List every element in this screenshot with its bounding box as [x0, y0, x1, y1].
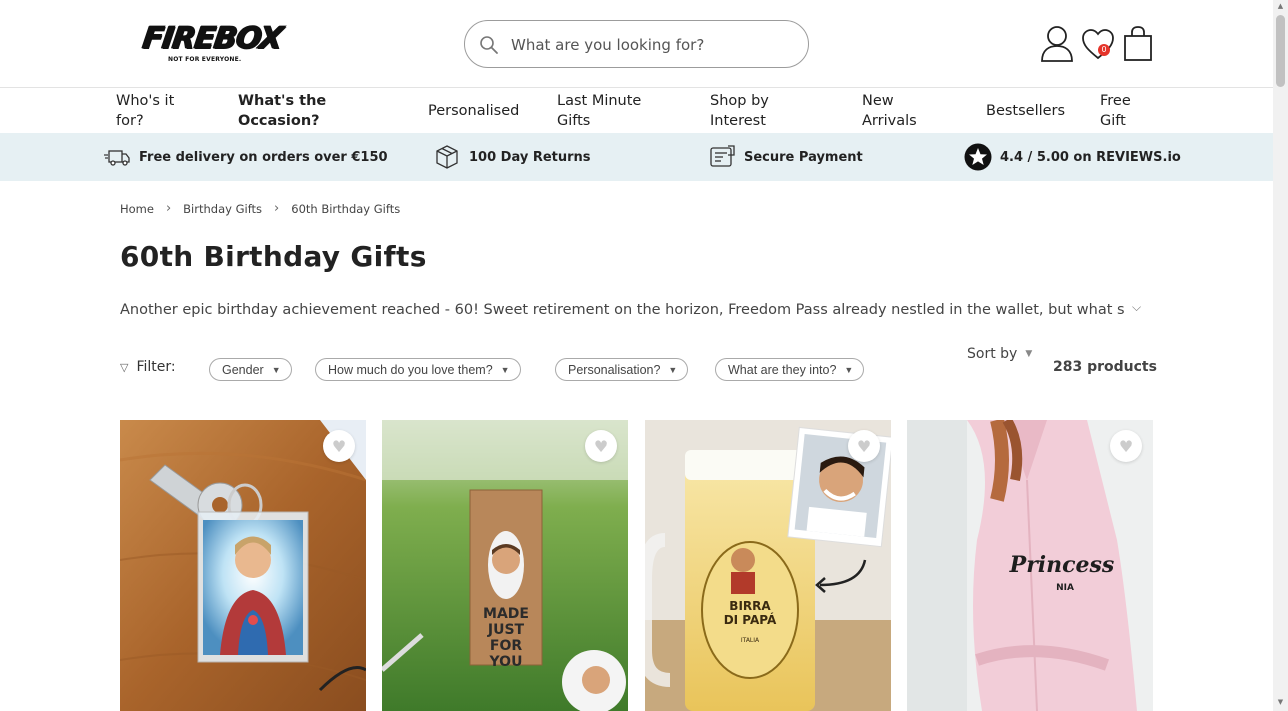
product-card[interactable]: ♥: [120, 420, 366, 711]
breadcrumb-birthday-gifts[interactable]: Birthday Gifts: [183, 202, 262, 216]
nav-item-free-gift[interactable]: Free Gift: [1100, 91, 1131, 131]
product-image-golf-ball: MADE JUST FOR YOU: [382, 420, 628, 711]
filter-gender[interactable]: Gender ▼: [209, 358, 292, 381]
svg-text:MADE: MADE: [483, 606, 529, 622]
site-header: FIREBOX NOT FOR EVERYONE. 0: [0, 0, 1273, 88]
search-bar[interactable]: [464, 20, 809, 68]
filter-label: ▽ Filter:: [120, 359, 176, 375]
sort-by-label: Sort by: [967, 346, 1018, 362]
svg-text:NIA: NIA: [1056, 583, 1074, 593]
breadcrumb-home[interactable]: Home: [120, 202, 154, 216]
scroll-up-arrow-icon[interactable]: ▲: [1276, 2, 1285, 10]
nav-item-whos-it-for[interactable]: Who's it for?: [116, 91, 174, 131]
delivery-truck-icon: [104, 150, 130, 166]
chevron-down-icon: ▼: [1025, 349, 1033, 359]
add-to-wishlist-heart-icon[interactable]: ♥: [323, 430, 355, 462]
logo-wordmark: FIREBOX: [140, 21, 285, 57]
filter-love[interactable]: How much do you love them? ▼: [315, 358, 521, 381]
usp-delivery: Free delivery on orders over €150: [103, 133, 388, 181]
add-to-wishlist-heart-icon[interactable]: ♥: [848, 430, 880, 462]
add-to-wishlist-heart-icon[interactable]: ♥: [585, 430, 617, 462]
usp-reviews[interactable]: 4.4 / 5.00 on REVIEWS.io: [964, 133, 1181, 181]
chevron-down-icon: ▼: [271, 364, 281, 375]
breadcrumb: Home › Birthday Gifts › 60th Birthday Gi…: [120, 201, 400, 216]
filter-personalisation[interactable]: Personalisation? ▼: [555, 358, 689, 381]
nav-item-personalised[interactable]: Personalised: [428, 101, 519, 121]
page-title: 60th Birthday Gifts: [120, 240, 427, 273]
nav-item-last-minute-gifts[interactable]: Last Minute Gifts: [557, 91, 641, 131]
chevron-down-icon: ▼: [844, 364, 854, 375]
svg-text:DI PAPÁ: DI PAPÁ: [724, 612, 777, 627]
filter-interests-label: What are they into?: [728, 362, 837, 377]
scrollbar-thumb[interactable]: [1276, 15, 1285, 87]
product-card[interactable]: BIRRA DI PAPÁ ITALIA ♥: [645, 420, 891, 711]
usp-reviews-text: 4.4 / 5.00 on REVIEWS.io: [1000, 149, 1181, 165]
returns-box-icon: [436, 145, 458, 169]
svg-text:Princess: Princess: [1009, 552, 1115, 578]
chevron-right-icon: ›: [274, 201, 280, 216]
filter-gender-label: Gender: [222, 362, 264, 377]
secure-payment-icon: [710, 145, 735, 167]
page-scrollbar[interactable]: ▲ ▼: [1273, 0, 1288, 711]
product-card[interactable]: Princess NIA ♥: [907, 420, 1153, 711]
usp-returns: 100 Day Returns: [433, 133, 591, 181]
usp-payment: Secure Payment: [708, 133, 863, 181]
firebox-logo[interactable]: FIREBOX NOT FOR EVERYONE.: [140, 21, 285, 66]
product-count: 283 products: [1053, 359, 1157, 375]
nav-item-bestsellers[interactable]: Bestsellers: [986, 101, 1065, 121]
wishlist-count-badge: 0: [1098, 44, 1110, 56]
product-image-beer-stein: BIRRA DI PAPÁ ITALIA: [645, 420, 891, 711]
scroll-down-arrow-icon[interactable]: ▼: [1276, 698, 1285, 706]
nav-item-occasion[interactable]: What's the Occasion?: [238, 91, 326, 131]
wishlist-heart-icon[interactable]: [1080, 24, 1116, 64]
usp-bar: Free delivery on orders over €150 100 Da…: [0, 133, 1273, 181]
product-card[interactable]: MADE JUST FOR YOU ♥: [382, 420, 628, 711]
filter-funnel-icon: ▽: [120, 360, 129, 374]
chevron-right-icon: ›: [165, 201, 172, 216]
breadcrumb-current: 60th Birthday Gifts: [291, 201, 401, 216]
filter-interests[interactable]: What are they into? ▼: [715, 358, 865, 381]
search-input[interactable]: [511, 33, 791, 57]
usp-delivery-text: Free delivery on orders over €150: [139, 149, 388, 165]
chevron-down-icon: ▼: [668, 364, 678, 375]
logo-tagline: NOT FOR EVERYONE.: [168, 56, 242, 63]
category-description: Another epic birthday achievement reache…: [120, 302, 1125, 318]
expand-description-chevron-icon[interactable]: ⌵: [1132, 300, 1141, 315]
product-image-princess-robe: Princess NIA: [907, 420, 1153, 711]
nav-item-shop-by-interest[interactable]: Shop by Interest: [710, 91, 769, 131]
filter-personalisation-label: Personalisation?: [568, 362, 661, 377]
svg-text:YOU: YOU: [489, 654, 523, 670]
filter-love-label: How much do you love them?: [328, 362, 493, 377]
reviews-star-icon: [964, 143, 992, 171]
usp-returns-text: 100 Day Returns: [469, 149, 591, 165]
svg-text:BIRRA: BIRRA: [729, 599, 771, 613]
chevron-down-icon: ▼: [500, 364, 510, 375]
product-image-keyring: [120, 420, 366, 711]
svg-text:ITALIA: ITALIA: [741, 637, 760, 644]
svg-text:FOR: FOR: [490, 638, 522, 654]
nav-item-new-arrivals[interactable]: New Arrivals: [862, 91, 917, 131]
search-icon: [480, 36, 498, 54]
account-icon[interactable]: [1039, 24, 1075, 64]
main-navigation: Who's it for? What's the Occasion? Perso…: [0, 88, 1273, 133]
add-to-wishlist-heart-icon[interactable]: ♥: [1110, 430, 1142, 462]
filter-label-text: Filter:: [136, 359, 176, 375]
svg-text:JUST: JUST: [487, 622, 525, 638]
usp-payment-text: Secure Payment: [744, 149, 863, 165]
sort-by-dropdown[interactable]: Sort by ▼: [967, 346, 1032, 362]
shopping-bag-icon[interactable]: [1120, 24, 1156, 64]
